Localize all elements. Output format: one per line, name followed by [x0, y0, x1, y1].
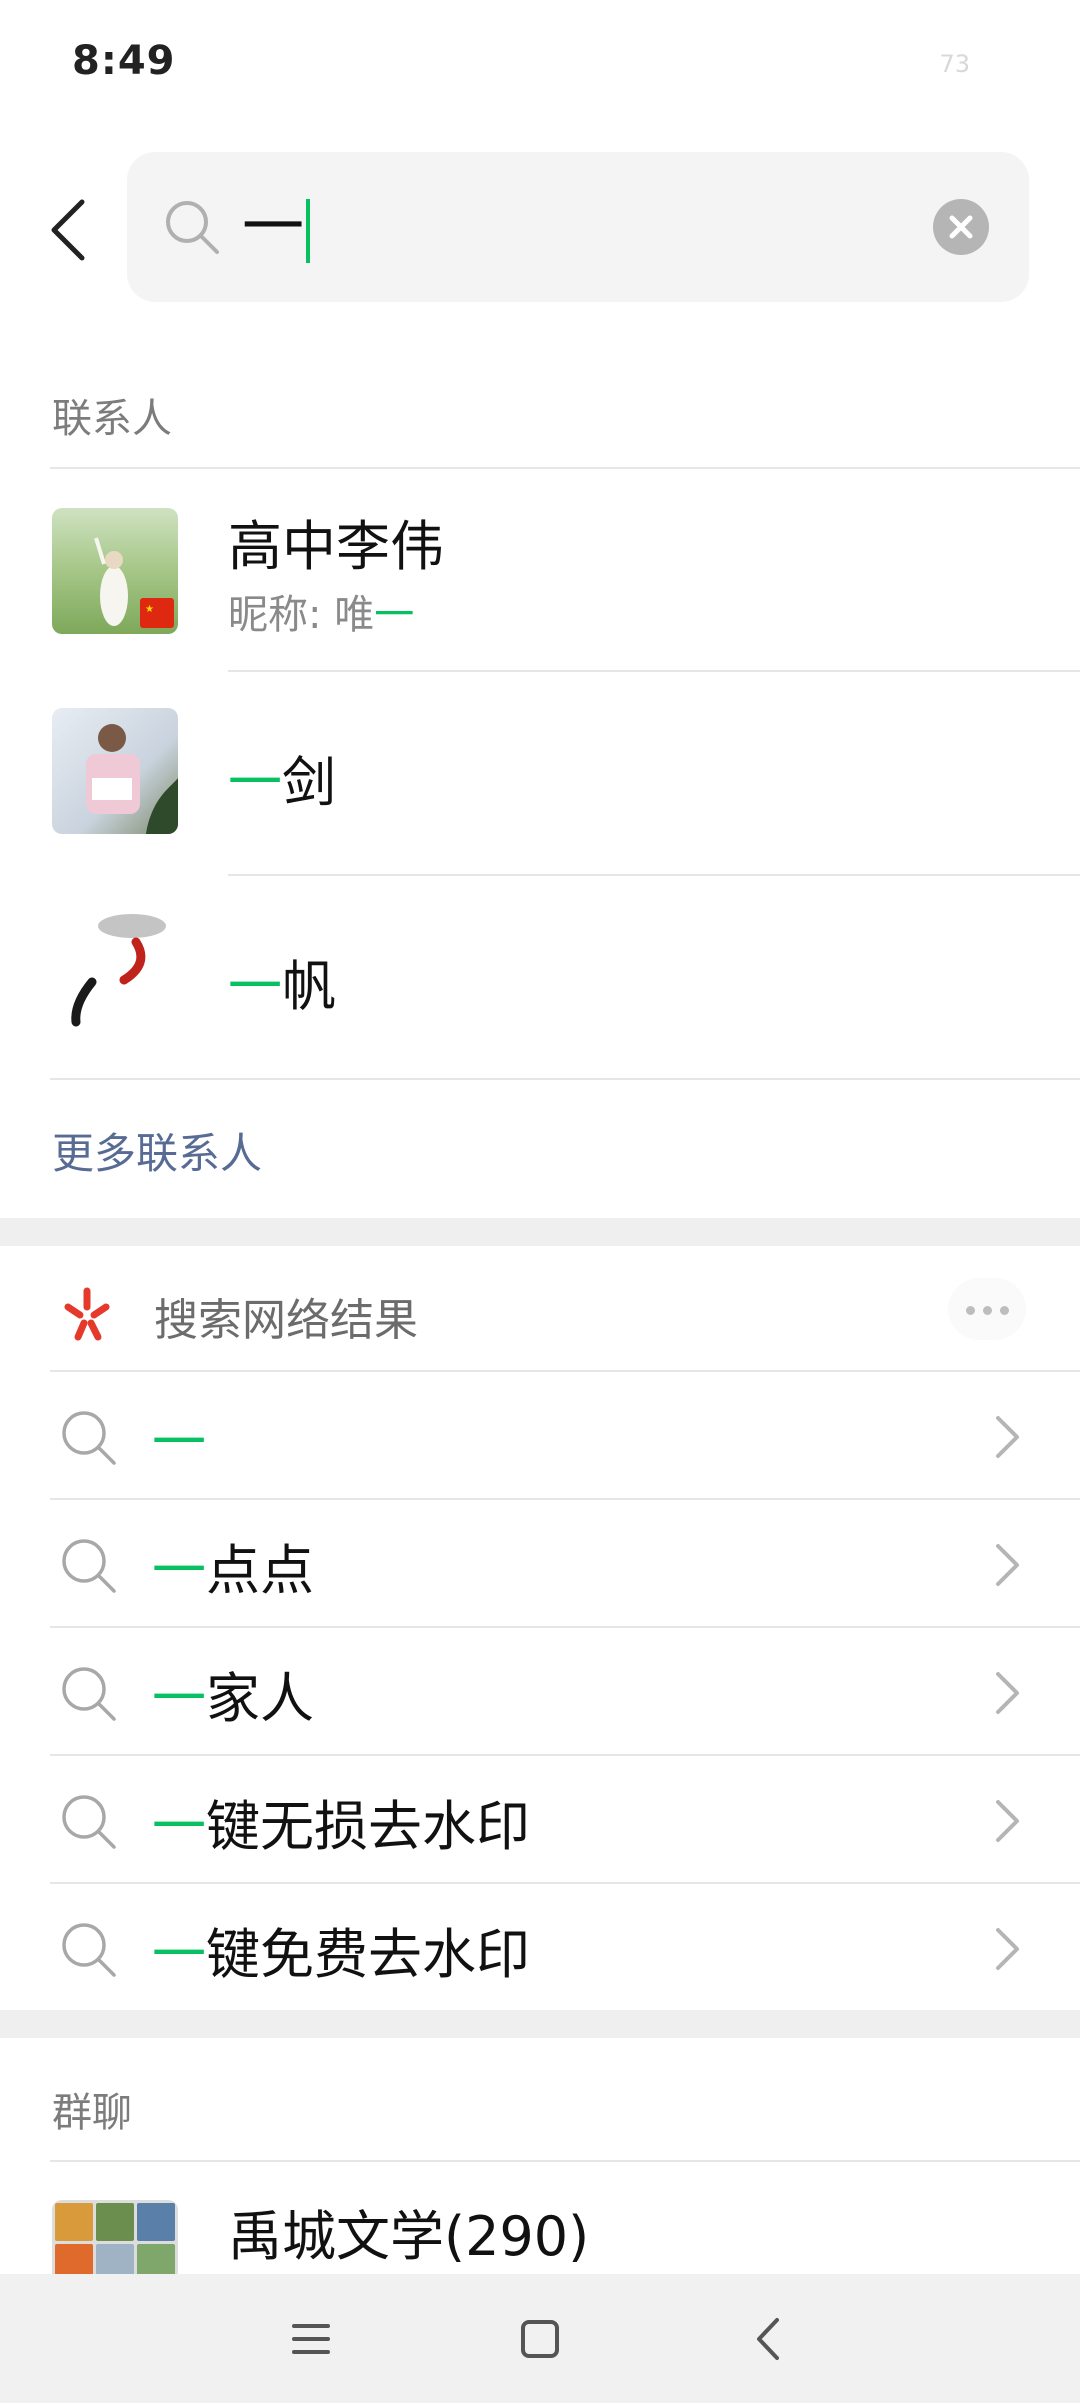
avatar: ★	[52, 508, 178, 634]
result-rest: 键免费去水印	[206, 1923, 530, 1986]
name-highlight: 一	[228, 955, 282, 1018]
avatar	[52, 912, 178, 1038]
result-rest: 家人	[206, 1667, 314, 1730]
contact-name: 一剑	[228, 738, 336, 817]
web-results-title: 搜索网络结果	[154, 1295, 418, 1346]
result-highlight: 一	[152, 1539, 206, 1602]
search-icon	[166, 201, 219, 254]
nickname-label: 昵称: 唯	[228, 592, 375, 638]
web-result-text: 一键免费去水印	[152, 1910, 530, 1989]
clear-button[interactable]	[933, 199, 989, 255]
contact-item[interactable]: 一剑	[0, 672, 1080, 872]
back-button[interactable]	[40, 190, 100, 270]
web-result-row[interactable]: 一	[0, 1372, 1080, 1500]
svg-text:★: ★	[145, 604, 154, 615]
divider	[50, 467, 1080, 469]
contact-name: 一帆	[228, 942, 336, 1021]
search-input[interactable]: 一	[127, 152, 1029, 302]
result-highlight: 一	[152, 1667, 206, 1730]
web-search-icon	[64, 1287, 110, 1341]
avatar	[52, 708, 178, 834]
section-gap	[0, 1218, 1080, 1246]
contact-name: 高中李伟	[228, 515, 444, 578]
web-result-text: 一家人	[152, 1654, 314, 1733]
groups-section-title: 群聊	[52, 2090, 132, 2136]
group-name: 禹城文学(290)	[228, 2205, 590, 2268]
name-rest: 剑	[282, 751, 336, 814]
search-icon	[62, 1795, 116, 1849]
home-button[interactable]	[515, 2314, 565, 2364]
status-bar: 8:49 73	[0, 0, 1080, 130]
search-query-text: 一	[242, 190, 305, 263]
search-icon	[62, 1667, 116, 1721]
web-result-row[interactable]: 一键免费去水印	[0, 1884, 1080, 2012]
more-contacts-link[interactable]: 更多联系人	[52, 1120, 262, 1181]
web-result-text: 一	[152, 1398, 206, 1477]
more-dots-icon	[1000, 1306, 1009, 1315]
chevron-right-icon	[996, 1800, 1019, 1842]
result-highlight: 一	[152, 1923, 206, 1986]
search-icon	[62, 1923, 116, 1977]
status-time: 8:49	[72, 38, 176, 84]
menu-button[interactable]	[286, 2314, 336, 2364]
text-cursor	[306, 198, 311, 263]
nav-back-button[interactable]	[745, 2314, 795, 2364]
system-navigation-bar	[0, 2274, 1080, 2403]
contact-item[interactable]: ★ 高中李伟 昵称: 唯一	[0, 470, 1080, 670]
search-icon	[62, 1539, 116, 1593]
search-query: 一	[242, 182, 311, 272]
contacts-section-title: 联系人	[52, 396, 172, 442]
name-highlight: 一	[228, 751, 282, 814]
result-highlight: 一	[152, 1411, 206, 1474]
nav-back-icon	[757, 2318, 779, 2360]
back-arrow-icon	[51, 199, 85, 261]
contact-nickname: 昵称: 唯一	[228, 582, 414, 640]
search-icon	[62, 1411, 116, 1465]
nickname-highlight: 一	[374, 592, 415, 638]
group-item[interactable]: 禹城文学(290)	[0, 2162, 1080, 2326]
clear-icon	[949, 215, 973, 239]
chevron-right-icon	[996, 1416, 1019, 1458]
more-options-button[interactable]	[948, 1278, 1026, 1340]
chevron-right-icon	[996, 1544, 1019, 1586]
home-icon	[521, 2320, 559, 2358]
more-dots-icon	[983, 1306, 992, 1315]
contact-item[interactable]: 一帆	[0, 876, 1080, 1076]
web-result-text: 一键无损去水印	[152, 1782, 530, 1861]
more-dots-icon	[966, 1306, 975, 1315]
name-rest: 帆	[282, 955, 336, 1018]
divider	[50, 1078, 1080, 1080]
result-highlight: 一	[152, 1795, 206, 1858]
battery-level: 73	[939, 50, 970, 78]
web-result-row[interactable]: 一键无损去水印	[0, 1756, 1080, 1884]
result-rest: 点点	[206, 1539, 314, 1602]
chevron-right-icon	[996, 1672, 1019, 1714]
section-gap	[0, 2010, 1080, 2038]
web-result-row[interactable]: 一点点	[0, 1500, 1080, 1628]
chevron-right-icon	[996, 1928, 1019, 1970]
web-result-row[interactable]: 一家人	[0, 1628, 1080, 1756]
web-result-text: 一点点	[152, 1526, 314, 1605]
menu-icon	[292, 2324, 330, 2354]
result-rest: 键无损去水印	[206, 1795, 530, 1858]
